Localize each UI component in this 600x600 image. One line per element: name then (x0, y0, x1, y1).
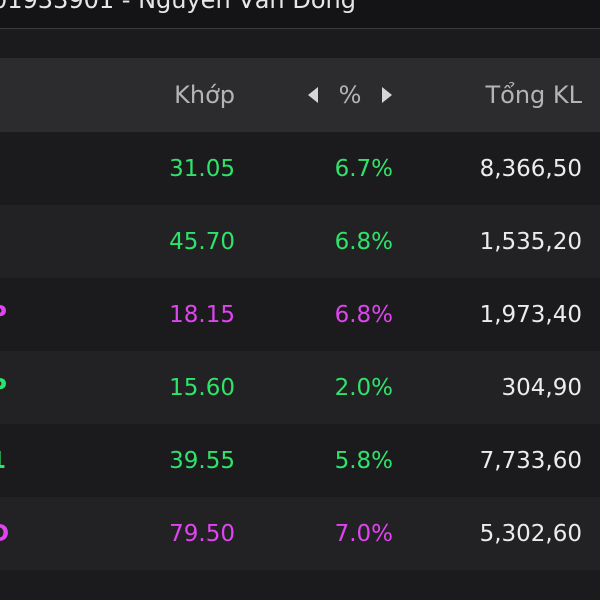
percent-change-cell: 6.7% (334, 155, 393, 182)
match-price-cell: 18.15 (169, 301, 235, 328)
symbol-cell: P (0, 351, 7, 424)
percent-change-cell: 2.0% (334, 374, 393, 401)
percent-change-cell: 5.8% (334, 447, 393, 474)
match-price-cell: 15.60 (169, 374, 235, 401)
total-volume-cell: 1,535,20 (479, 228, 582, 255)
table-row[interactable]: D 79.50 7.0% 5,302,60 (0, 497, 600, 570)
account-bar: 01933901 - Nguyễn Văn Đông (0, 0, 600, 29)
symbol-cell: 1 (0, 424, 6, 497)
column-header-total-volume[interactable]: Tổng KL (485, 58, 582, 132)
symbol-cell: D (0, 497, 9, 570)
total-volume-cell: 5,302,60 (479, 520, 582, 547)
column-header-pct-group: % (300, 58, 400, 132)
column-header-pct[interactable]: % (339, 81, 362, 109)
total-volume-cell: 304,90 (501, 374, 582, 401)
total-volume-cell: 1,973,40 (479, 301, 582, 328)
table-row[interactable]: 31.05 6.7% 8,366,50 (0, 132, 600, 205)
table-row[interactable]: 45.70 6.8% 1,535,20 (0, 205, 600, 278)
table-row[interactable]: 1 39.55 5.8% 7,733,60 (0, 424, 600, 497)
table-body: 31.05 6.7% 8,366,50 45.70 6.8% 1,535,20 … (0, 132, 600, 570)
account-label: 01933901 - Nguyễn Văn Đông (0, 0, 356, 14)
table-row[interactable]: P 15.60 2.0% 304,90 (0, 351, 600, 424)
total-volume-cell: 7,733,60 (479, 447, 582, 474)
percent-change-cell: 6.8% (334, 301, 393, 328)
total-volume-cell: 8,366,50 (479, 155, 582, 182)
match-price-cell: 45.70 (169, 228, 235, 255)
table-row[interactable]: P 18.15 6.8% 1,973,40 (0, 278, 600, 351)
match-price-cell: 79.50 (169, 520, 235, 547)
match-price-cell: 39.55 (169, 447, 235, 474)
percent-change-cell: 7.0% (334, 520, 393, 547)
match-price-cell: 31.05 (169, 155, 235, 182)
caret-left-icon[interactable] (308, 87, 318, 103)
table-header: Khớp % Tổng KL (0, 58, 600, 132)
caret-right-icon[interactable] (382, 87, 392, 103)
percent-change-cell: 6.8% (334, 228, 393, 255)
symbol-cell: P (0, 278, 7, 351)
column-header-match[interactable]: Khớp (174, 58, 235, 132)
stock-board: 01933901 - Nguyễn Văn Đông Khớp % Tổng K… (0, 0, 600, 600)
